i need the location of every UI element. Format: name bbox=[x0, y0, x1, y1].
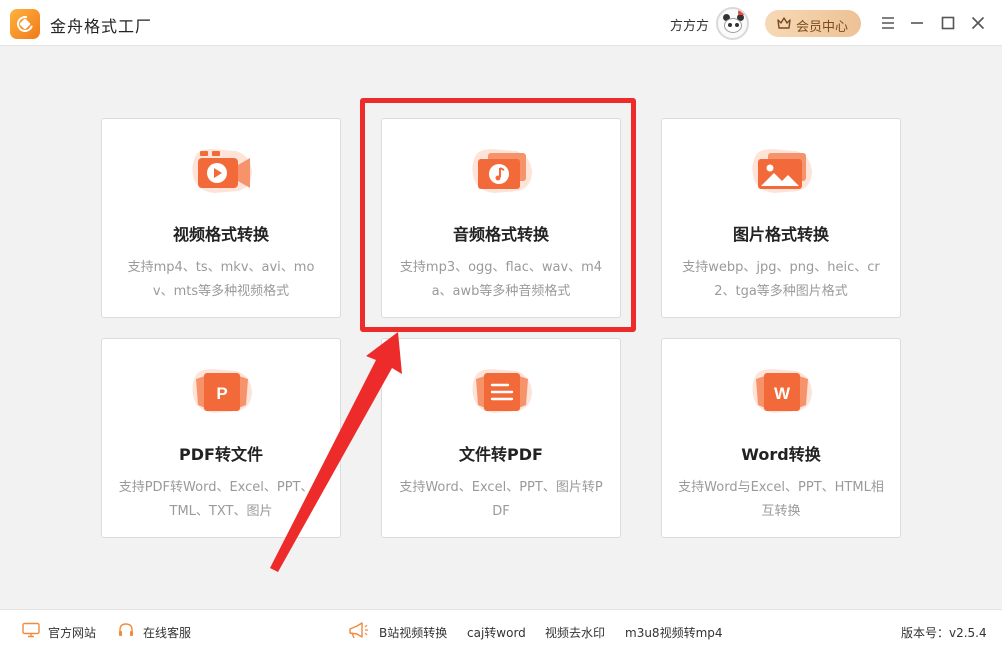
card-pdf-to-file[interactable]: P PDF转文件 支持PDF转Word、Excel、PPT、HTML、TXT、图… bbox=[101, 338, 341, 538]
caj-to-word-link[interactable]: caj转word bbox=[467, 624, 526, 641]
menu-icon[interactable] bbox=[877, 12, 899, 34]
svg-text:W: W bbox=[774, 384, 791, 403]
online-service-link[interactable]: 在线客服 bbox=[143, 624, 191, 641]
minimize-icon[interactable] bbox=[906, 12, 928, 34]
word-icon: W bbox=[752, 369, 812, 413]
card-title: Word转换 bbox=[741, 445, 821, 464]
doc-icon bbox=[472, 369, 532, 413]
svg-text:P: P bbox=[216, 384, 227, 403]
crown-icon bbox=[777, 17, 791, 29]
app-logo-icon bbox=[10, 9, 40, 39]
megaphone-icon bbox=[349, 622, 368, 639]
card-description: 支持webp、jpg、png、heic、cr2、tga等多种图片格式 bbox=[682, 260, 880, 299]
vip-center-button[interactable]: 会员中心 bbox=[765, 10, 861, 37]
title-bar: 金舟格式工厂 方方方 会员中心 bbox=[0, 0, 1002, 46]
monitor-icon bbox=[22, 622, 40, 638]
avatar[interactable] bbox=[716, 7, 749, 40]
card-word-convert[interactable]: W Word转换 支持Word与Excel、PPT、HTML相互转换 bbox=[661, 338, 901, 538]
card-video-convert[interactable]: 视频格式转换 支持mp4、ts、mkv、avi、mov、mts等多种视频格式 bbox=[101, 118, 341, 318]
app-title: 金舟格式工厂 bbox=[50, 17, 153, 36]
remove-watermark-link[interactable]: 视频去水印 bbox=[545, 624, 605, 641]
card-title: PDF转文件 bbox=[179, 445, 263, 464]
card-image-convert[interactable]: 图片格式转换 支持webp、jpg、png、heic、cr2、tga等多种图片格… bbox=[661, 118, 901, 318]
pdf-icon: P bbox=[192, 369, 252, 413]
annotation-highlight-box bbox=[360, 98, 636, 332]
card-description: 支持mp4、ts、mkv、avi、mov、mts等多种视频格式 bbox=[127, 260, 315, 299]
username[interactable]: 方方方 bbox=[670, 15, 709, 34]
card-title: 视频格式转换 bbox=[172, 225, 269, 244]
card-description: 支持PDF转Word、Excel、PPT、HTML、TXT、图片 bbox=[118, 480, 324, 519]
maximize-icon[interactable] bbox=[937, 12, 959, 34]
card-description: 支持Word与Excel、PPT、HTML相互转换 bbox=[678, 480, 884, 519]
bilibili-convert-link[interactable]: B站视频转换 bbox=[379, 624, 447, 641]
card-description: 支持Word、Excel、PPT、图片转PDF bbox=[399, 480, 603, 519]
official-website-link[interactable]: 官方网站 bbox=[48, 624, 96, 641]
card-title: 图片格式转换 bbox=[732, 225, 829, 244]
headset-icon bbox=[119, 623, 133, 636]
vip-center-label: 会员中心 bbox=[796, 20, 849, 35]
version-label: 版本号：v2.5.4 bbox=[901, 626, 987, 640]
image-icon bbox=[752, 149, 812, 193]
card-file-to-pdf[interactable]: 文件转PDF 支持Word、Excel、PPT、图片转PDF bbox=[381, 338, 621, 538]
video-icon bbox=[192, 149, 252, 193]
m3u8-to-mp4-link[interactable]: m3u8视频转mp4 bbox=[625, 624, 723, 641]
app-window: 金舟格式工厂 方方方 会员中心 视频格式转换 支持mp4、ts、mkv、avi、… bbox=[0, 0, 1002, 652]
card-title: 文件转PDF bbox=[459, 445, 543, 464]
close-icon[interactable] bbox=[967, 12, 989, 34]
footer-bar: 官方网站 在线客服 B站视频转换 caj转word 视频去水印 m3u8视频转m… bbox=[0, 609, 1002, 652]
